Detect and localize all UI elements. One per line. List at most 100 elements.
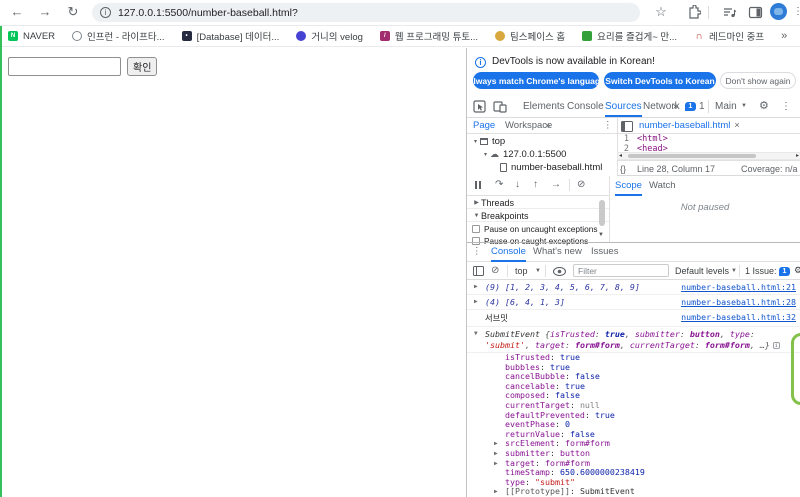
collapse-icon[interactable]: ▼ xyxy=(474,330,478,337)
settings-gear-icon[interactable]: ⚙ xyxy=(759,96,769,117)
property-key: srcElement xyxy=(505,438,555,449)
expand-icon[interactable]: ▶ xyxy=(474,283,478,290)
expand-icon[interactable]: ▶ xyxy=(494,449,498,459)
property-value: "submit" xyxy=(534,476,575,487)
navigator-menu-icon[interactable]: ⋮ xyxy=(603,120,613,131)
bookmark-item[interactable]: N NAVER xyxy=(8,29,55,43)
editor-hscrollbar[interactable]: ◂ ▸ xyxy=(617,152,800,160)
console-tab-console[interactable]: Console xyxy=(491,246,526,262)
console-settings-icon[interactable]: ⚙ xyxy=(794,265,800,276)
issues-bubble-icon[interactable]: 1 xyxy=(685,102,696,111)
match-language-button[interactable]: Always match Chrome's language xyxy=(467,72,605,89)
close-icon[interactable]: × xyxy=(734,120,739,130)
expand-icon[interactable]: ▶ xyxy=(494,487,498,497)
preview-segment: true xyxy=(604,329,625,339)
issue-counter[interactable]: 1 Issue: xyxy=(745,266,777,276)
tab-scope[interactable]: Scope xyxy=(615,180,642,196)
chevron-down-icon: ▾ xyxy=(473,139,477,145)
bookmark-item[interactable]: / 웹 프로그래밍 튜토... xyxy=(379,29,478,43)
bookmark-item[interactable]: 인프런 - 라이프타... xyxy=(72,29,165,43)
property-row[interactable]: ▶ [[Prototype]]: SubmitEvent xyxy=(494,486,800,497)
console-source-link[interactable]: number-baseball.html:32 xyxy=(681,312,796,322)
expand-icon[interactable]: ▶ xyxy=(474,298,478,305)
scroll-down-icon[interactable]: ▼ xyxy=(598,232,604,238)
side-panel-icon[interactable] xyxy=(748,5,763,20)
forward-icon[interactable]: → xyxy=(36,3,54,21)
expand-icon[interactable]: ▶ xyxy=(494,459,498,469)
console-source-link[interactable]: number-baseball.html:28 xyxy=(681,297,796,307)
scroll-right-icon[interactable]: ▸ xyxy=(796,152,799,159)
scrollbar-thumb[interactable] xyxy=(599,200,605,226)
property-value: true xyxy=(549,361,570,372)
property-colon: : xyxy=(569,486,580,497)
clear-console-icon[interactable]: ⊘ xyxy=(491,265,499,276)
bookmark-item[interactable]: 거니의 velog xyxy=(296,29,363,43)
bookmark-item[interactable]: 요리를 즐겁게~ 만... xyxy=(582,29,677,43)
navigator-toggle-icon[interactable] xyxy=(621,121,633,132)
tab-page[interactable]: Page xyxy=(473,120,495,131)
property-colon: : xyxy=(549,352,560,362)
main-menu-dropdown[interactable]: Main xyxy=(715,96,737,117)
preview-segment: SubmitEvent xyxy=(485,329,545,339)
bookmarks-overflow-icon[interactable]: » xyxy=(781,30,787,42)
confirm-button[interactable]: 확인 xyxy=(127,57,158,76)
pause-icon[interactable] xyxy=(475,181,483,191)
site-info-icon[interactable]: i xyxy=(100,7,111,18)
devtools-menu-icon[interactable]: ⋮ xyxy=(781,96,791,117)
tab-elements[interactable]: Elements xyxy=(523,96,565,117)
sidebar-overflow-icon[interactable]: » xyxy=(545,120,550,131)
address-bar[interactable]: i 127.0.0.1:5500/number-baseball.html? xyxy=(92,3,640,22)
checkbox[interactable] xyxy=(472,225,480,233)
step-into-icon[interactable]: ↓ xyxy=(515,179,520,190)
property-key: cancelable xyxy=(505,380,555,391)
tab-console[interactable]: Console xyxy=(567,96,604,117)
console-source-link[interactable]: number-baseball.html:21 xyxy=(681,282,796,292)
profile-avatar[interactable] xyxy=(770,3,787,20)
tab-watch[interactable]: Watch xyxy=(649,180,676,191)
more-tabs-icon[interactable]: » xyxy=(673,96,679,117)
bookmark-favicon xyxy=(495,31,506,41)
property-value: 650.6000000238419 xyxy=(559,467,645,478)
bookmark-item[interactable]: ∩ 레드마인 중프 xyxy=(694,29,764,44)
console-filter-input[interactable] xyxy=(573,264,669,277)
reload-icon[interactable]: ↻ xyxy=(64,3,82,21)
debugger-scrollbar[interactable]: ▼ xyxy=(598,198,606,241)
url-text: 127.0.0.1:5500/number-baseball.html? xyxy=(118,6,298,19)
browser-menu-icon[interactable]: ⋮ xyxy=(789,3,800,21)
step-out-icon[interactable]: ↑ xyxy=(533,179,538,190)
console-menu-icon[interactable]: ⋮ xyxy=(472,246,482,257)
pretty-print-icon[interactable]: {} xyxy=(620,164,626,174)
file-tab[interactable]: number-baseball.html × xyxy=(639,120,740,131)
tree-item[interactable]: ▾ ☁ 127.0.0.1:5500 xyxy=(467,148,617,161)
bookmark-item[interactable]: • [Database] 데이터... xyxy=(181,29,279,43)
bookmark-item[interactable]: 팀스페이스 홈 xyxy=(495,29,565,43)
dismiss-button[interactable]: Don't show again xyxy=(720,72,796,89)
breakpoint-checkbox-row[interactable]: Pause on uncaught exceptions xyxy=(467,223,609,235)
console-sidebar-icon[interactable] xyxy=(473,266,484,276)
scrollbar-thumb[interactable] xyxy=(628,154,756,158)
deactivate-breakpoints-icon[interactable]: ⊘ xyxy=(577,179,585,190)
threads-section[interactable]: ▶ Threads xyxy=(467,197,609,209)
tab-sources[interactable]: Sources xyxy=(605,96,642,117)
scroll-left-icon[interactable]: ◂ xyxy=(619,152,622,159)
console-tab-issues[interactable]: Issues xyxy=(591,246,618,257)
issues-bubble-icon[interactable]: 1 xyxy=(779,267,790,276)
inspect-icon[interactable] xyxy=(473,100,486,113)
number-input[interactable] xyxy=(8,57,121,76)
breakpoints-section[interactable]: ▼ Breakpoints xyxy=(467,210,609,222)
expand-icon[interactable]: ▶ xyxy=(494,439,498,449)
log-levels-dropdown[interactable]: Default levels xyxy=(675,266,729,276)
switch-korean-button[interactable]: Switch DevTools to Korean xyxy=(604,72,716,89)
step-icon[interactable]: → xyxy=(551,179,561,190)
device-toolbar-icon[interactable] xyxy=(493,100,507,113)
extensions-icon[interactable] xyxy=(686,5,701,20)
console-tab-what-s-new[interactable]: What's new xyxy=(533,246,582,257)
back-icon[interactable]: ← xyxy=(8,3,26,21)
tree-item[interactable]: ▾ top xyxy=(467,135,617,148)
context-selector[interactable]: top xyxy=(515,266,528,276)
bookmark-star-icon[interactable]: ☆ xyxy=(652,3,670,21)
media-controls-icon[interactable] xyxy=(722,5,737,20)
step-over-icon[interactable]: ↷ xyxy=(495,179,503,190)
tree-item[interactable]: number-baseball.html xyxy=(467,161,617,174)
eye-icon[interactable] xyxy=(553,267,566,276)
